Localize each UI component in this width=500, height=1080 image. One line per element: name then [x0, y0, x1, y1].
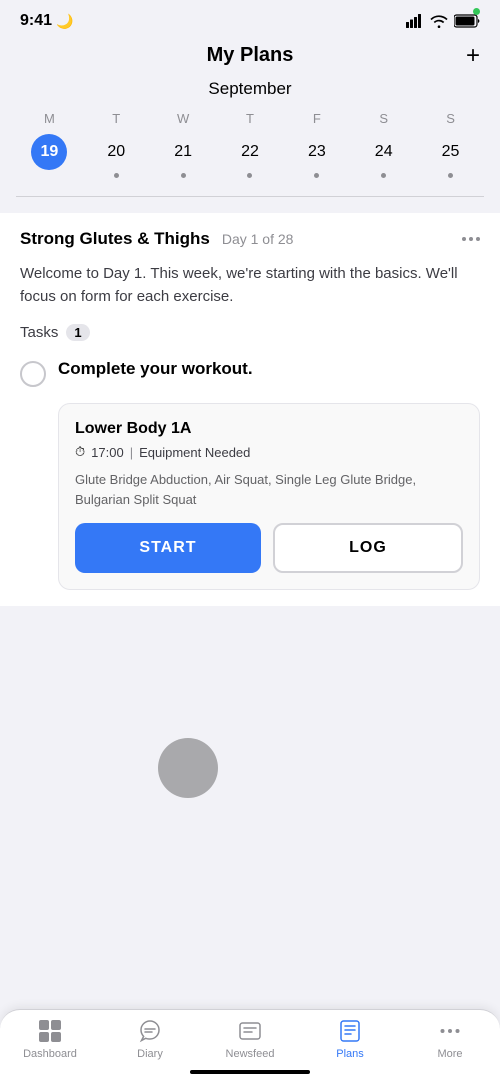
plan-day-label: Day 1 of 28	[222, 231, 294, 247]
task-row: Complete your workout.	[20, 359, 480, 387]
page-title: My Plans	[207, 44, 294, 67]
wifi-icon	[430, 14, 448, 28]
workout-time: 17:00	[91, 445, 124, 460]
home-indicator	[190, 1070, 310, 1074]
cal-day-25[interactable]: 25	[417, 132, 484, 180]
tab-dashboard[interactable]: Dashboard	[20, 1018, 80, 1060]
battery-icon	[454, 14, 480, 28]
workout-card-title: Lower Body 1A	[75, 420, 463, 438]
tab-plans[interactable]: Plans	[320, 1018, 380, 1060]
cal-dot-21	[181, 173, 186, 178]
tasks-badge: 1	[66, 324, 89, 341]
plan-section: Strong Glutes & Thighs Day 1 of 28 Welco…	[0, 213, 500, 606]
cal-header-sat: S	[350, 109, 417, 132]
plan-title-group: Strong Glutes & Thighs Day 1 of 28	[20, 229, 293, 249]
workout-meta: ⏱ 17:00 | Equipment Needed	[75, 444, 463, 460]
status-time: 9:41	[20, 12, 52, 30]
cal-header-fri: F	[283, 109, 350, 132]
cal-dot-25	[448, 173, 453, 178]
cal-dot-24	[381, 173, 386, 178]
plan-more-button[interactable]	[462, 237, 480, 241]
status-bar: 9:41 🌙	[0, 0, 500, 36]
cal-header-tue: T	[83, 109, 150, 132]
header: My Plans +	[0, 36, 500, 79]
tab-plans-label: Plans	[336, 1048, 364, 1060]
cal-day-21[interactable]: 21	[150, 132, 217, 180]
cal-day-num-19: 19	[31, 134, 67, 170]
green-dot	[473, 8, 480, 15]
dashboard-icon	[37, 1018, 63, 1044]
cal-day-24[interactable]: 24	[350, 132, 417, 180]
cal-dot-23	[314, 173, 319, 178]
workout-exercises: Glute Bridge Abduction, Air Squat, Singl…	[75, 470, 463, 509]
cal-day-num-22: 22	[232, 134, 268, 170]
tab-newsfeed[interactable]: Newsfeed	[220, 1018, 280, 1060]
newsfeed-icon	[237, 1018, 263, 1044]
task-label: Complete your workout.	[58, 359, 253, 379]
moon-icon: 🌙	[56, 13, 73, 30]
signal-icon	[406, 14, 424, 28]
clock-icon: ⏱	[75, 444, 85, 460]
status-icons	[406, 14, 480, 28]
cal-dot-19	[47, 173, 52, 178]
cal-dot-22	[247, 173, 252, 178]
cal-day-num-20: 20	[98, 134, 134, 170]
cal-day-23[interactable]: 23	[283, 132, 350, 180]
divider-calendar	[16, 196, 484, 197]
tab-diary-label: Diary	[137, 1048, 163, 1060]
finger-overlay	[158, 738, 218, 798]
calendar-section: September M T W T F S S 19 20 21 22	[0, 79, 500, 196]
tasks-row: Tasks 1	[20, 324, 480, 341]
plan-header: Strong Glutes & Thighs Day 1 of 28	[20, 229, 480, 249]
workout-buttons: START LOG	[75, 523, 463, 573]
tab-dashboard-label: Dashboard	[23, 1048, 77, 1060]
tab-more[interactable]: More	[420, 1018, 480, 1060]
cal-day-num-21: 21	[165, 134, 201, 170]
calendar-grid: M T W T F S S 19 20 21 22 23	[16, 109, 484, 180]
tab-bar: Dashboard Diary Newsfeed Plans More	[0, 1009, 500, 1080]
workout-equipment: Equipment Needed	[139, 445, 250, 460]
cal-header-mon: M	[16, 109, 83, 132]
tab-diary[interactable]: Diary	[120, 1018, 180, 1060]
tab-newsfeed-label: Newsfeed	[226, 1048, 275, 1060]
cal-dot-20	[114, 173, 119, 178]
more-icon	[437, 1018, 463, 1044]
log-button[interactable]: LOG	[273, 523, 463, 573]
tasks-label: Tasks	[20, 324, 58, 341]
plan-title: Strong Glutes & Thighs	[20, 229, 210, 249]
cal-header-thu: T	[217, 109, 284, 132]
cal-day-19[interactable]: 19	[16, 132, 83, 180]
cal-day-num-23: 23	[299, 134, 335, 170]
cal-day-20[interactable]: 20	[83, 132, 150, 180]
tab-more-label: More	[437, 1048, 462, 1060]
task-checkbox[interactable]	[20, 361, 46, 387]
workout-card: Lower Body 1A ⏱ 17:00 | Equipment Needed…	[58, 403, 480, 590]
workout-separator: |	[130, 445, 133, 460]
plans-icon	[337, 1018, 363, 1044]
add-plan-button[interactable]: +	[466, 42, 480, 70]
cal-header-sun: S	[417, 109, 484, 132]
cal-day-22[interactable]: 22	[217, 132, 284, 180]
bottom-spacer	[0, 606, 500, 766]
cal-day-num-25: 25	[433, 134, 469, 170]
calendar-month: September	[16, 79, 484, 99]
start-button[interactable]: START	[75, 523, 261, 573]
diary-icon	[137, 1018, 163, 1044]
cal-day-num-24: 24	[366, 134, 402, 170]
cal-header-wed: W	[150, 109, 217, 132]
plan-description: Welcome to Day 1. This week, we're start…	[20, 263, 480, 308]
